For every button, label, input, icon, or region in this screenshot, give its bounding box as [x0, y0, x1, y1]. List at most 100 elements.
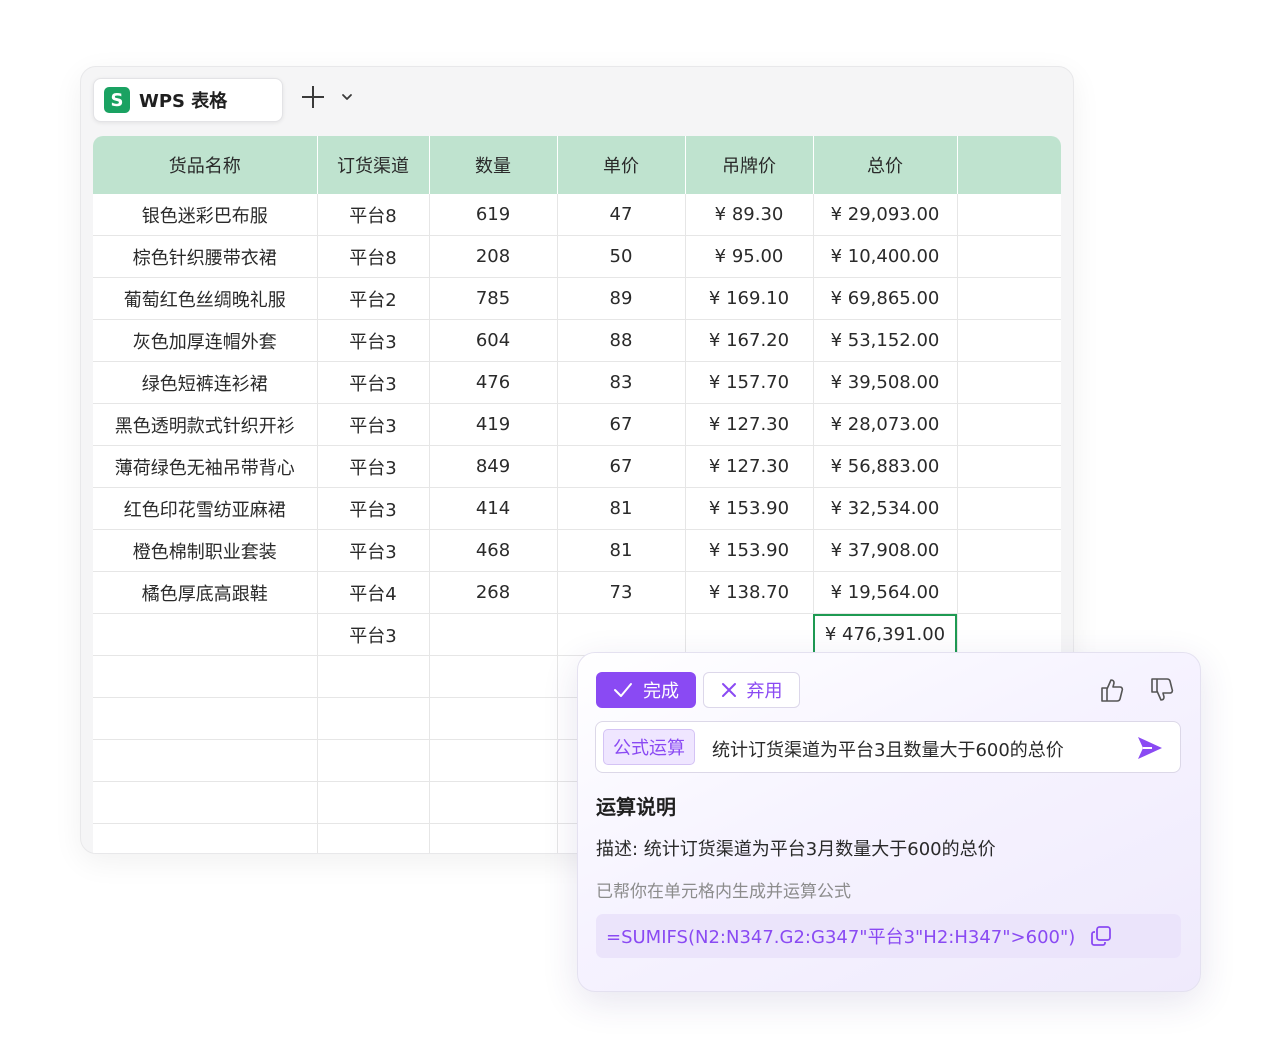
table-cell[interactable]: ¥ 37,908.00 — [813, 529, 958, 572]
table-cell[interactable]: 平台4 — [317, 571, 430, 614]
table-cell[interactable] — [93, 655, 318, 698]
table-cell[interactable]: ¥ 169.10 — [685, 277, 814, 320]
table-cell[interactable]: 平台3 — [317, 529, 430, 572]
table-cell[interactable]: 葡萄红色丝绸晚礼服 — [93, 277, 318, 320]
table-cell[interactable] — [957, 361, 1061, 404]
table-cell[interactable]: 平台3 — [317, 487, 430, 530]
thumbs-up-icon[interactable] — [1100, 677, 1124, 703]
table-cell[interactable]: ¥ 28,073.00 — [813, 403, 958, 446]
table-cell[interactable]: ¥ 69,865.00 — [813, 277, 958, 320]
table-cell[interactable]: 208 — [429, 235, 558, 278]
table-cell[interactable]: ¥ 153.90 — [685, 529, 814, 572]
table-cell[interactable] — [557, 613, 686, 656]
table-cell[interactable]: 黑色透明款式针织开衫 — [93, 403, 318, 446]
table-cell[interactable]: ¥ 127.30 — [685, 403, 814, 446]
send-icon[interactable] — [1136, 735, 1164, 761]
thumbs-down-icon[interactable] — [1150, 677, 1174, 703]
table-cell[interactable]: 平台8 — [317, 194, 430, 236]
table-cell[interactable]: 50 — [557, 235, 686, 278]
table-cell[interactable]: 平台3 — [317, 403, 430, 446]
table-cell[interactable]: 81 — [557, 529, 686, 572]
table-cell[interactable]: ¥ 29,093.00 — [813, 194, 958, 236]
table-cell[interactable]: 橘色厚底高跟鞋 — [93, 571, 318, 614]
table-cell[interactable]: 67 — [557, 445, 686, 488]
table-cell[interactable]: 785 — [429, 277, 558, 320]
table-cell[interactable]: ¥ 157.70 — [685, 361, 814, 404]
table-cell[interactable]: 67 — [557, 403, 686, 446]
table-cell[interactable] — [957, 319, 1061, 362]
table-cell[interactable] — [957, 403, 1061, 446]
table-cell[interactable]: 平台3 — [317, 445, 430, 488]
table-cell[interactable]: 476 — [429, 361, 558, 404]
column-header[interactable]: 数量 — [429, 136, 558, 194]
table-cell[interactable]: 棕色针织腰带衣裙 — [93, 235, 318, 278]
prompt-text[interactable]: 统计订货渠道为平台3且数量大于600的总价 — [712, 736, 1064, 762]
table-cell[interactable] — [429, 739, 558, 782]
table-cell[interactable]: 平台3 — [317, 361, 430, 404]
table-cell[interactable] — [317, 823, 430, 853]
table-cell[interactable] — [957, 529, 1061, 572]
table-cell[interactable]: 849 — [429, 445, 558, 488]
table-cell[interactable] — [317, 739, 430, 782]
table-cell[interactable]: ¥ 32,534.00 — [813, 487, 958, 530]
column-header[interactable]: 总价 — [813, 136, 958, 194]
table-cell[interactable]: ¥ 53,152.00 — [813, 319, 958, 362]
chevron-down-icon[interactable] — [340, 92, 354, 102]
table-cell[interactable]: 平台2 — [317, 277, 430, 320]
column-header[interactable] — [957, 136, 1061, 194]
table-cell[interactable]: 89 — [557, 277, 686, 320]
table-cell[interactable] — [317, 781, 430, 824]
table-cell[interactable] — [429, 613, 558, 656]
copy-icon[interactable] — [1089, 924, 1113, 948]
table-cell[interactable]: 81 — [557, 487, 686, 530]
done-button[interactable]: 完成 — [596, 672, 696, 708]
prompt-input[interactable]: 公式运算 统计订货渠道为平台3且数量大于600的总价 — [595, 721, 1181, 773]
table-cell[interactable]: ¥ 167.20 — [685, 319, 814, 362]
table-cell[interactable]: 468 — [429, 529, 558, 572]
table-cell[interactable]: 平台8 — [317, 235, 430, 278]
table-cell[interactable]: 红色印花雪纺亚麻裙 — [93, 487, 318, 530]
table-cell[interactable] — [317, 697, 430, 740]
column-header[interactable]: 单价 — [557, 136, 686, 194]
table-cell[interactable] — [429, 823, 558, 853]
table-cell[interactable] — [317, 655, 430, 698]
table-cell[interactable] — [957, 445, 1061, 488]
table-cell[interactable]: 绿色短裤连衫裙 — [93, 361, 318, 404]
table-cell[interactable] — [93, 739, 318, 782]
table-cell[interactable]: ¥ 138.70 — [685, 571, 814, 614]
table-cell[interactable]: ¥ 56,883.00 — [813, 445, 958, 488]
table-cell[interactable]: 47 — [557, 194, 686, 236]
selected-cell[interactable]: ¥ 476,391.00 — [813, 613, 958, 656]
table-cell[interactable] — [93, 781, 318, 824]
table-cell[interactable]: 619 — [429, 194, 558, 236]
table-cell[interactable]: ¥ 95.00 — [685, 235, 814, 278]
table-cell[interactable]: ¥ 89.30 — [685, 194, 814, 236]
table-cell[interactable] — [957, 487, 1061, 530]
table-cell[interactable]: 83 — [557, 361, 686, 404]
table-cell[interactable] — [93, 697, 318, 740]
table-cell[interactable]: ¥ 153.90 — [685, 487, 814, 530]
table-cell[interactable]: 73 — [557, 571, 686, 614]
column-header[interactable]: 货品名称 — [93, 136, 318, 194]
formula-mode-chip[interactable]: 公式运算 — [603, 729, 695, 765]
table-cell[interactable]: ¥ 127.30 — [685, 445, 814, 488]
table-cell[interactable]: 419 — [429, 403, 558, 446]
table-cell[interactable] — [957, 277, 1061, 320]
table-cell[interactable] — [429, 781, 558, 824]
column-header[interactable]: 吊牌价 — [685, 136, 814, 194]
table-cell[interactable] — [685, 613, 814, 656]
table-cell[interactable]: 268 — [429, 571, 558, 614]
table-cell[interactable]: ¥ 19,564.00 — [813, 571, 958, 614]
table-cell[interactable] — [957, 571, 1061, 614]
table-cell[interactable]: 橙色棉制职业套装 — [93, 529, 318, 572]
table-cell[interactable]: 平台3 — [317, 613, 430, 656]
table-cell[interactable] — [429, 697, 558, 740]
table-cell[interactable]: 414 — [429, 487, 558, 530]
table-cell[interactable]: 平台3 — [317, 319, 430, 362]
table-cell[interactable] — [957, 194, 1061, 236]
table-cell[interactable]: ¥ 39,508.00 — [813, 361, 958, 404]
table-cell[interactable] — [957, 235, 1061, 278]
table-cell[interactable] — [93, 613, 318, 656]
table-cell[interactable]: 银色迷彩巴布服 — [93, 194, 318, 236]
table-cell[interactable] — [429, 655, 558, 698]
